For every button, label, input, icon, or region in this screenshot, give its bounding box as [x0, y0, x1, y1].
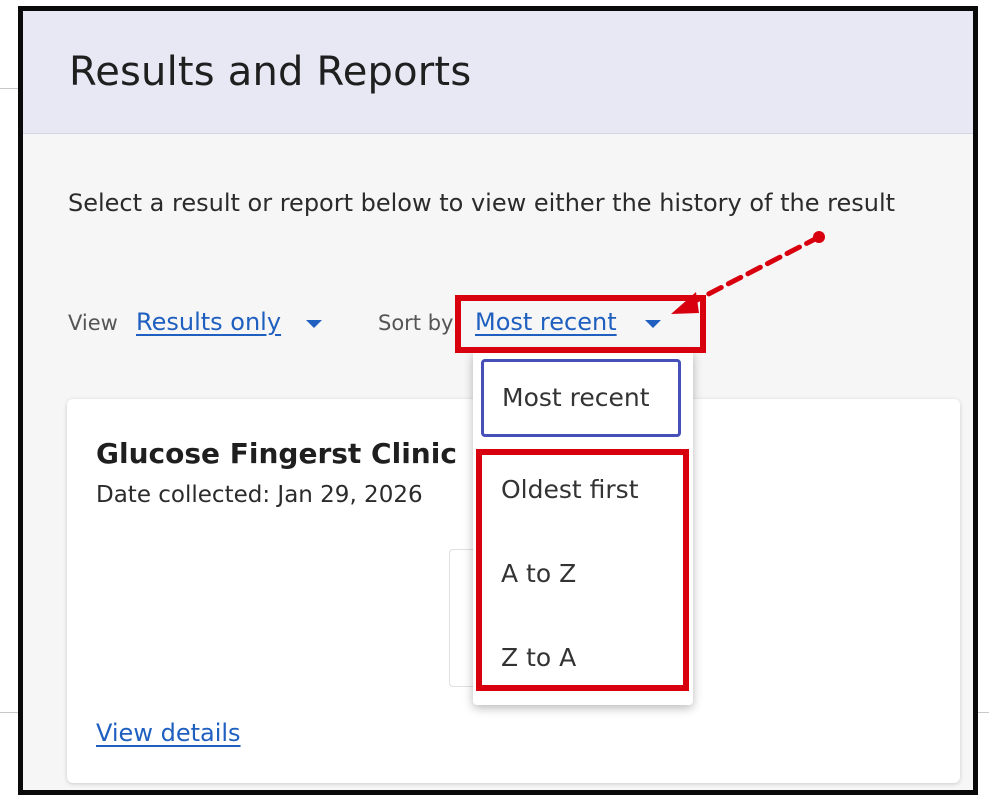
page-title: Results and Reports — [69, 49, 472, 95]
sort-options-highlight — [476, 449, 689, 691]
view-filter-dropdown[interactable]: Results only — [136, 308, 281, 336]
sort-label: Sort by — [378, 311, 454, 335]
view-label: View — [68, 311, 118, 335]
view-chevron-down-icon[interactable] — [306, 320, 322, 328]
screenshot-frame: Results and Reports Select a result or r… — [18, 6, 978, 795]
sort-option-most-recent[interactable]: Most recent — [481, 359, 681, 437]
result-date: Date collected: Jan 29, 2026 — [96, 482, 423, 508]
result-title[interactable]: Glucose Fingerst Clinic — [96, 437, 457, 470]
intro-text: Select a result or report below to view … — [68, 189, 896, 217]
sort-dropdown-highlight — [455, 295, 706, 353]
page-header: Results and Reports — [23, 11, 973, 134]
view-details-link[interactable]: View details — [96, 719, 241, 747]
